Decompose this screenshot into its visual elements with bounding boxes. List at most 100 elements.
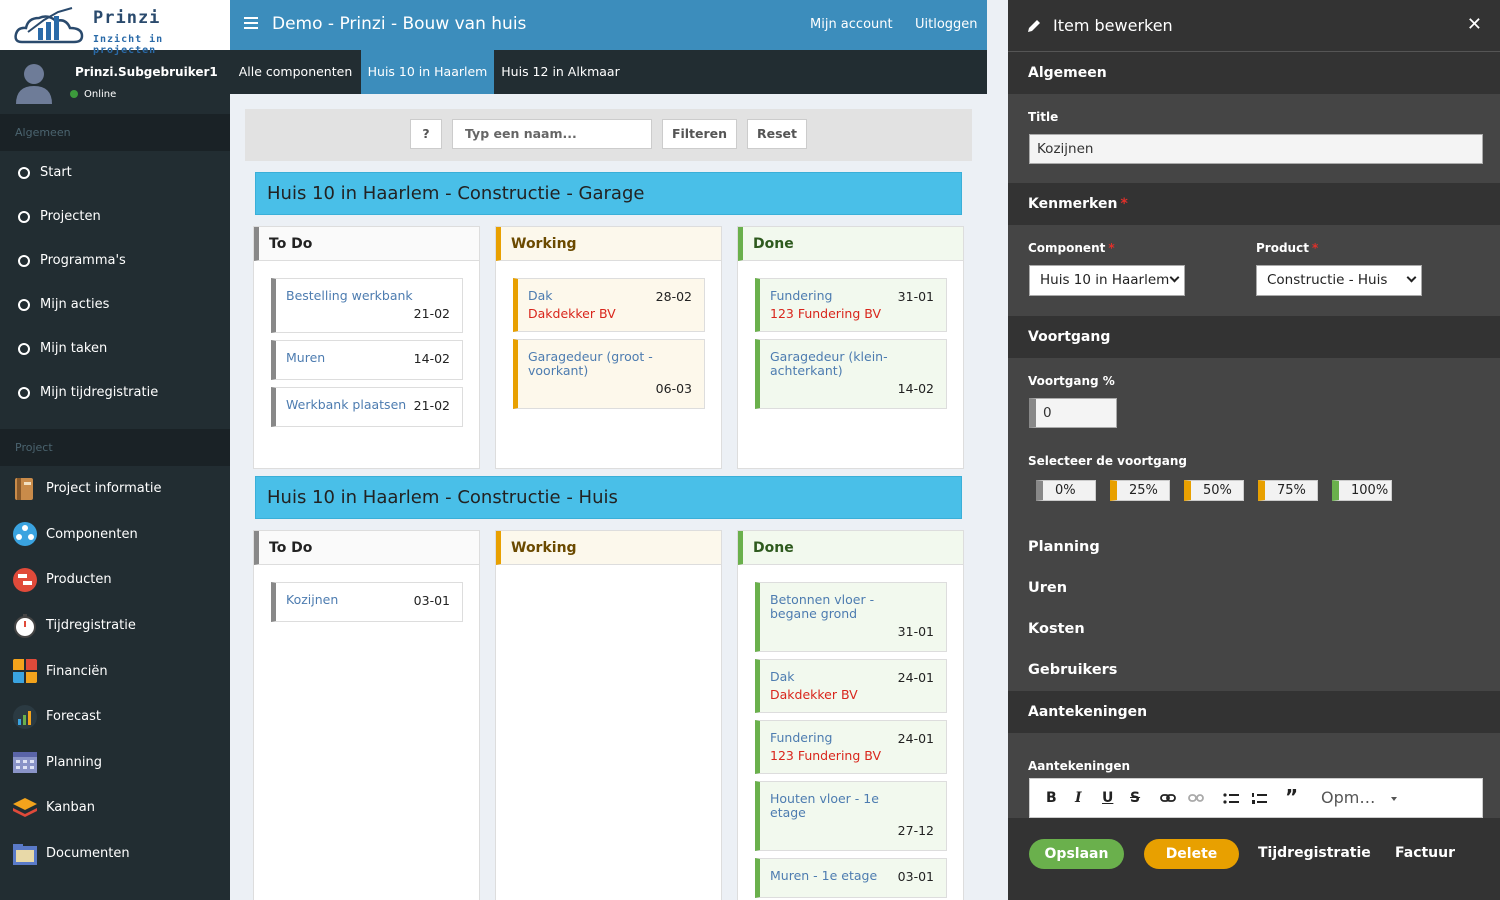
filter-button[interactable]: Filteren (662, 119, 737, 149)
sidebar-item-label: Componenten (46, 526, 138, 542)
account-link[interactable]: Mijn account (810, 17, 893, 32)
sidebar-header-general: Algemeen (0, 114, 230, 151)
card-supplier: 123 Fundering BV (770, 306, 881, 321)
help-button[interactable]: ? (410, 119, 442, 149)
invoice-link[interactable]: Factuur (1395, 845, 1455, 861)
top-header: Demo - Prinzi - Bouw van huis Mijn accou… (230, 0, 987, 50)
sidebar-item-label: Programma's (40, 253, 126, 268)
layers-icon (13, 797, 37, 817)
close-icon[interactable]: ✕ (1467, 14, 1482, 35)
kanban-card[interactable]: Garagedeur (groot - voorkant) 06-03 (513, 339, 705, 409)
sidebar: Prinzi Inzicht in projecten Prinzi.Subge… (0, 0, 230, 900)
card-date: 24-01 (897, 731, 934, 746)
kanban-card[interactable]: Dak Dakdekker BV 28-02 (513, 278, 705, 332)
delete-button[interactable]: Delete (1144, 839, 1239, 869)
reset-button[interactable]: Reset (747, 119, 807, 149)
sidebar-item-kanban[interactable]: Kanban (0, 785, 230, 831)
kanban-card[interactable]: Muren - 1e etage 03-01 (755, 858, 947, 898)
section-costs[interactable]: Kosten (1028, 621, 1085, 637)
sidebar-item-label: Forecast (46, 709, 102, 725)
product-select[interactable]: Constructie - Huis (1256, 265, 1422, 296)
strikethrough-button[interactable]: S (1130, 790, 1140, 806)
sidebar-item-tijdregistratie[interactable]: Tijdregistratie (0, 603, 230, 649)
tab-huis-10-haarlem[interactable]: Huis 10 in Haarlem (361, 50, 494, 94)
kanban-card[interactable]: Fundering 123 Fundering BV 24-01 (755, 720, 947, 774)
sidebar-item-mijn-taken[interactable]: Mijn taken (0, 327, 230, 371)
progress-input[interactable]: 0 (1029, 398, 1117, 428)
panel-footer: Opslaan Delete Tijdregistratie Factuur (1008, 818, 1500, 900)
tab-alle-componenten[interactable]: Alle componenten (230, 50, 361, 94)
bold-button[interactable]: B (1046, 790, 1057, 806)
components-icon (13, 522, 37, 547)
progress-option-50[interactable]: 50% (1184, 480, 1244, 501)
time-registration-link[interactable]: Tijdregistratie (1258, 845, 1371, 861)
kanban-column-done: Done Fundering 123 Fundering BV 31-01 Ga… (737, 226, 964, 469)
user-status-text: Online (84, 89, 117, 100)
sidebar-item-producten[interactable]: Producten (0, 557, 230, 603)
forecast-chart-icon (13, 704, 37, 729)
product-label-text: Product (1256, 241, 1309, 255)
card-date: 28-02 (655, 289, 692, 304)
sidebar-item-mijn-acties[interactable]: Mijn acties (0, 283, 230, 327)
user-status: Online (70, 89, 116, 100)
page-title: Demo - Prinzi - Bouw van huis (272, 14, 527, 34)
progress-option-75[interactable]: 75% (1258, 480, 1318, 501)
italic-button[interactable]: I (1075, 790, 1082, 806)
section-planning[interactable]: Planning (1028, 539, 1100, 555)
section-users[interactable]: Gebruikers (1028, 662, 1117, 678)
progress-option-100[interactable]: 100% (1332, 480, 1392, 501)
kanban-card[interactable]: Bestelling werkbank 21-02 (271, 278, 463, 333)
unlink-icon[interactable] (1188, 792, 1204, 804)
sidebar-item-projecten[interactable]: Projecten (0, 195, 230, 239)
section-features: Kenmerken * (1008, 183, 1500, 225)
format-dropdown[interactable]: Opm… (1321, 788, 1375, 807)
kanban-card[interactable]: Dak Dakdekker BV 24-01 (755, 659, 947, 713)
component-select[interactable]: Huis 10 in Haarlem (1029, 265, 1185, 296)
section-general: Algemeen (1008, 52, 1500, 94)
underline-button[interactable]: U (1102, 790, 1113, 806)
kanban-card[interactable]: Fundering 123 Fundering BV 31-01 (755, 278, 947, 332)
sidebar-item-componenten[interactable]: Componenten (0, 512, 230, 558)
kanban-card[interactable]: Werkbank plaatsen 21-02 (271, 387, 463, 427)
brand-name: Prinzi (93, 8, 161, 28)
sidebar-item-mijn-tijdregistratie[interactable]: Mijn tijdregistratie (0, 371, 230, 415)
tab-huis-12-alkmaar[interactable]: Huis 12 in Alkmaar (494, 50, 627, 94)
circle-icon (18, 210, 30, 223)
blockquote-button[interactable]: ” (1285, 785, 1298, 809)
sidebar-item-start[interactable]: Start (0, 151, 230, 195)
component-label: Component * (1028, 241, 1115, 255)
kanban-card[interactable]: Garagedeur (klein- achterkant) 14-02 (755, 339, 947, 409)
card-supplier: Dakdekker BV (770, 687, 858, 702)
progress-option-25[interactable]: 25% (1110, 480, 1170, 501)
cloud-logo-icon (14, 7, 84, 44)
card-supplier: Dakdekker BV (528, 306, 616, 321)
save-button[interactable]: Opslaan (1029, 839, 1124, 869)
panel-title: Item bewerken (1053, 16, 1173, 35)
caret-down-icon (1391, 797, 1397, 801)
kanban-card[interactable]: Muren 14-02 (271, 340, 463, 380)
numbered-list-icon[interactable] (1251, 792, 1267, 805)
product-label: Product * (1256, 241, 1319, 255)
kanban-card[interactable]: Kozijnen 03-01 (271, 582, 463, 622)
section-hours[interactable]: Uren (1028, 580, 1067, 596)
hamburger-menu-icon[interactable] (244, 17, 258, 32)
sidebar-item-financien[interactable]: Financiën (0, 648, 230, 694)
name-search-input[interactable]: Typ een naam... (452, 119, 652, 149)
kanban-card[interactable]: Houten vloer - 1e etage 27-12 (755, 781, 947, 851)
logo[interactable]: Prinzi Inzicht in projecten (0, 0, 230, 56)
bullet-list-icon[interactable] (1223, 792, 1239, 805)
title-input[interactable]: Kozijnen (1029, 134, 1483, 164)
section-header: Huis 10 in Haarlem - Constructie - Garag… (255, 172, 962, 215)
progress-option-0[interactable]: 0% (1036, 480, 1096, 501)
sidebar-item-documenten[interactable]: Documenten (0, 831, 230, 877)
circle-icon (18, 386, 30, 399)
sidebar-item-forecast[interactable]: Forecast (0, 694, 230, 740)
sidebar-item-planning[interactable]: Planning (0, 740, 230, 786)
card-title: Garagedeur (klein- achterkant) (770, 349, 888, 378)
sidebar-item-project-informatie[interactable]: Project informatie (0, 466, 230, 512)
logout-link[interactable]: Uitloggen (915, 17, 978, 32)
link-icon[interactable] (1160, 792, 1176, 804)
sidebar-item-programmas[interactable]: Programma's (0, 239, 230, 283)
circle-icon (18, 342, 30, 355)
kanban-card[interactable]: Betonnen vloer - begane grond 31-01 (755, 582, 947, 652)
